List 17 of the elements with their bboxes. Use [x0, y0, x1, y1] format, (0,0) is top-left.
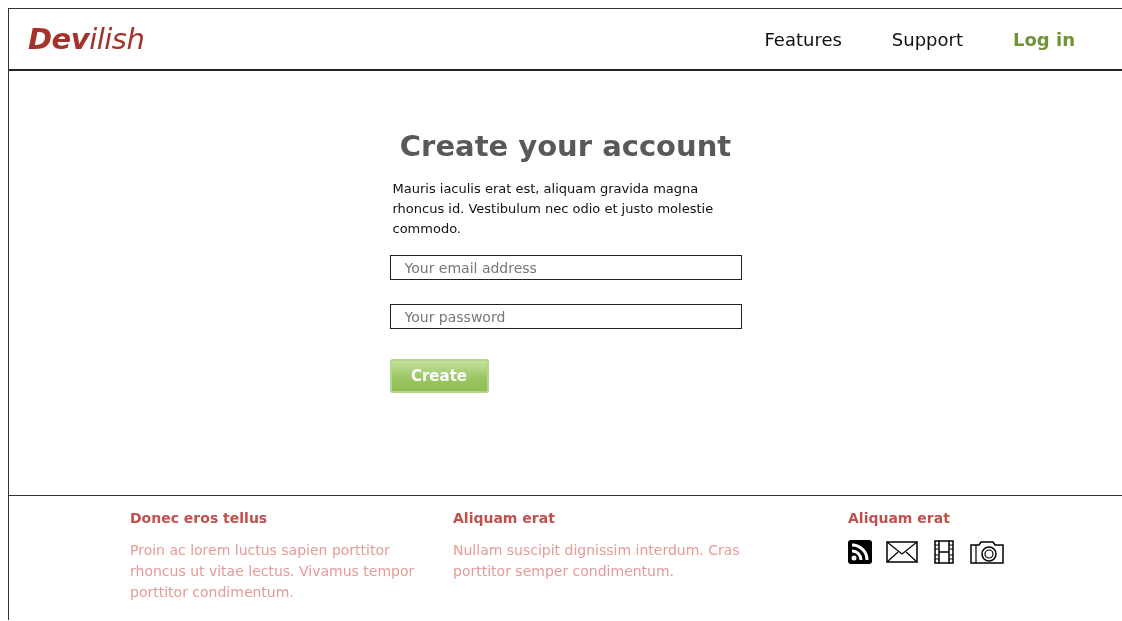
camera-icon[interactable]	[970, 540, 1004, 564]
text-field[interactable]: Your email address	[389, 255, 742, 280]
rss-icon[interactable]	[848, 540, 872, 564]
logo[interactable]: Devilish	[28, 22, 145, 56]
footer-text: Nullam suscipit dignissim interdum. Cras porttitor semper condimentum.	[453, 541, 741, 581]
login-link[interactable]: Log in	[1013, 28, 1075, 50]
page-title: Create your account	[399, 129, 732, 163]
film-icon[interactable]	[932, 540, 956, 564]
footer-heading: Aliquam erat	[848, 510, 951, 526]
footer-heading: Donec eros tellus	[130, 510, 269, 526]
nav-link[interactable]: Features	[764, 28, 842, 50]
mail-icon[interactable]	[886, 541, 918, 563]
intro-text: Mauris iaculis erat est, aliquam gravida magna rhoncus id. Vestibulum nec odio et justo molestie commodo.	[392, 180, 715, 238]
nav-link[interactable]: Support	[891, 28, 963, 50]
footer-heading: Aliquam erat	[453, 510, 556, 526]
footer-text: Proin ac lorem luctus sapien porttitor rhoncus ut vitae lectus. Vivamus tempor porttitor condimentum.	[130, 541, 416, 602]
text-field[interactable]: Your password	[389, 304, 742, 329]
